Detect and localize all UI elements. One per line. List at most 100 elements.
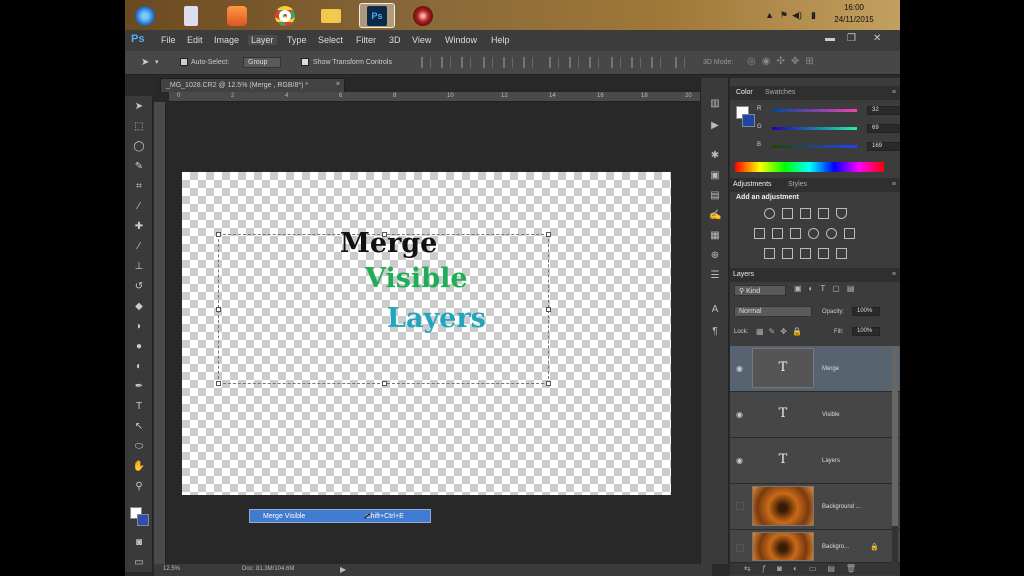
layer-filter-icons[interactable]: ▣◐T▢▤ — [794, 284, 861, 293]
menu-edit[interactable]: Edit — [187, 35, 203, 45]
start-orb-icon[interactable] — [127, 3, 163, 28]
close-tab-icon[interactable]: × — [336, 81, 340, 88]
auto-select-checkbox[interactable] — [180, 58, 188, 66]
folder-icon[interactable] — [313, 3, 349, 28]
eye-icon[interactable]: ◉ — [736, 410, 743, 419]
status-arrow-icon[interactable]: ▶ — [340, 565, 346, 574]
actions-panel-icon[interactable]: ▶ — [709, 120, 721, 132]
show-transform-checkbox[interactable] — [301, 58, 309, 66]
menu-select[interactable]: Select — [318, 35, 343, 45]
distribute-right-icon[interactable] — [651, 57, 661, 68]
info-panel-icon[interactable]: ⊕ — [709, 250, 721, 262]
fill-input[interactable]: 100% — [852, 327, 880, 336]
doc-size[interactable]: Doc: 81.3M/104.6M — [242, 566, 294, 572]
distribute-hcenter-icon[interactable] — [631, 57, 641, 68]
brightness-icon[interactable] — [764, 208, 775, 219]
zoom-tool-icon[interactable]: ⚲ — [131, 480, 147, 494]
menu-layer[interactable]: Layer — [248, 35, 277, 45]
layer-name[interactable]: Backgro... — [822, 544, 849, 550]
layer-footer-icons[interactable]: ⇆ƒ◙◐▭▤🗑 — [744, 564, 867, 573]
tab-styles[interactable]: Styles — [788, 181, 807, 188]
panel-menu-icon[interactable]: ≡ — [892, 271, 896, 278]
3d-tools-icons[interactable]: ◎◉✣✥⊞ — [747, 56, 820, 67]
hue-saturation-icon[interactable] — [754, 228, 765, 239]
blend-mode-dropdown[interactable]: Normal — [734, 306, 812, 317]
canvas[interactable]: Merge Visible Layers — [182, 172, 671, 495]
background-color-chip[interactable] — [742, 114, 755, 127]
transform-handle[interactable] — [216, 232, 221, 237]
close-icon[interactable]: ✕ — [873, 33, 881, 44]
invert-icon[interactable] — [764, 248, 775, 259]
layer-name[interactable]: Background ... — [822, 504, 861, 510]
align-bottom-icon[interactable] — [461, 57, 471, 68]
history-panel-icon[interactable]: ▥ — [709, 98, 721, 110]
menu-type[interactable]: Type — [287, 35, 307, 45]
distribute-vcenter-icon[interactable] — [569, 57, 579, 68]
channel-mixer-icon[interactable] — [826, 228, 837, 239]
brush-panel-icon[interactable]: ✱ — [709, 150, 721, 162]
canvas-text-merge[interactable]: Merge — [340, 228, 437, 259]
brush-tool-icon[interactable]: ∕ — [131, 240, 147, 254]
layer-row-background[interactable]: Backgro... 🔒 — [730, 530, 900, 563]
layer-name[interactable]: Layers — [822, 458, 840, 464]
align-hcenter-icon[interactable] — [503, 57, 513, 68]
color-spectrum[interactable] — [735, 162, 884, 172]
type-tool-icon[interactable]: T — [131, 400, 147, 414]
green-value-input[interactable]: 69 — [867, 124, 900, 133]
menu-3d[interactable]: 3D — [389, 35, 401, 45]
restore-icon[interactable]: ❐ — [847, 33, 856, 44]
chevron-down-icon[interactable]: ▾ — [155, 58, 159, 66]
curves-icon[interactable] — [800, 208, 811, 219]
transform-handle[interactable] — [546, 232, 551, 237]
history-brush-tool-icon[interactable]: ↺ — [131, 280, 147, 294]
layers-scrollbar[interactable] — [892, 346, 898, 563]
character-panel-icon[interactable]: ✍ — [709, 210, 721, 222]
dodge-tool-icon[interactable]: ◐ — [131, 360, 147, 374]
photoshop-icon[interactable]: Ps — [359, 3, 395, 28]
chrome-icon[interactable] — [267, 3, 303, 28]
tray-arrow-icon[interactable]: ▲ — [765, 10, 774, 20]
distribute-bottom-icon[interactable] — [589, 57, 599, 68]
quick-select-tool-icon[interactable]: ✎ — [131, 160, 147, 174]
tab-adjustments[interactable]: Adjustments — [733, 181, 772, 188]
flag-icon[interactable]: ⚑ — [780, 10, 788, 21]
navigator-panel-icon[interactable]: ☰ — [709, 270, 721, 282]
align-left-icon[interactable] — [483, 57, 493, 68]
layer-row-merge[interactable]: ◉ T Merge — [730, 346, 900, 392]
character-a-icon[interactable]: A — [709, 304, 721, 316]
healing-tool-icon[interactable]: ✚ — [131, 220, 147, 234]
menu-file[interactable]: File — [161, 35, 176, 45]
volume-icon[interactable]: ◀) — [792, 10, 802, 21]
align-right-icon[interactable] — [523, 57, 533, 68]
panel-menu-icon[interactable]: ≡ — [892, 181, 896, 188]
scrollbar-thumb[interactable] — [892, 346, 898, 526]
eye-icon[interactable]: ◉ — [736, 456, 743, 465]
lock-icons[interactable]: ▦✎✥🔒 — [756, 327, 807, 336]
marquee-tool-icon[interactable]: ⬚ — [131, 120, 147, 134]
gradient-map-icon[interactable] — [836, 248, 847, 259]
hand-tool-icon[interactable]: ✋ — [131, 460, 147, 474]
black-white-icon[interactable] — [790, 228, 801, 239]
levels-icon[interactable] — [782, 208, 793, 219]
background-color-swatch[interactable] — [137, 514, 149, 526]
disc-icon[interactable] — [405, 3, 441, 28]
layer-name[interactable]: Visible — [822, 412, 840, 418]
eyedropper-tool-icon[interactable]: ⁄ — [131, 200, 147, 214]
paint-bucket-tool-icon[interactable]: ◗ — [131, 320, 147, 334]
blur-tool-icon[interactable]: ● — [131, 340, 147, 354]
minimize-icon[interactable]: ▬ — [825, 33, 835, 44]
visibility-toggle[interactable] — [736, 544, 744, 552]
paragraph-panel-icon[interactable]: ▦ — [709, 230, 721, 242]
screen-mode-icon[interactable]: ▭ — [131, 556, 147, 570]
clone-source-icon[interactable]: ▣ — [709, 170, 721, 182]
opacity-input[interactable]: 100% — [852, 307, 880, 316]
color-lookup-icon[interactable] — [844, 228, 855, 239]
zoom-level[interactable]: 12.5% — [163, 566, 180, 572]
move-tool-icon[interactable]: ➤ — [131, 100, 147, 114]
auto-align-icon[interactable] — [675, 57, 685, 68]
slider-track[interactable] — [772, 109, 857, 112]
photo-filter-icon[interactable] — [808, 228, 819, 239]
slider-track[interactable] — [772, 145, 857, 148]
visibility-toggle[interactable] — [736, 502, 744, 510]
red-value-input[interactable]: 32 — [867, 106, 900, 115]
